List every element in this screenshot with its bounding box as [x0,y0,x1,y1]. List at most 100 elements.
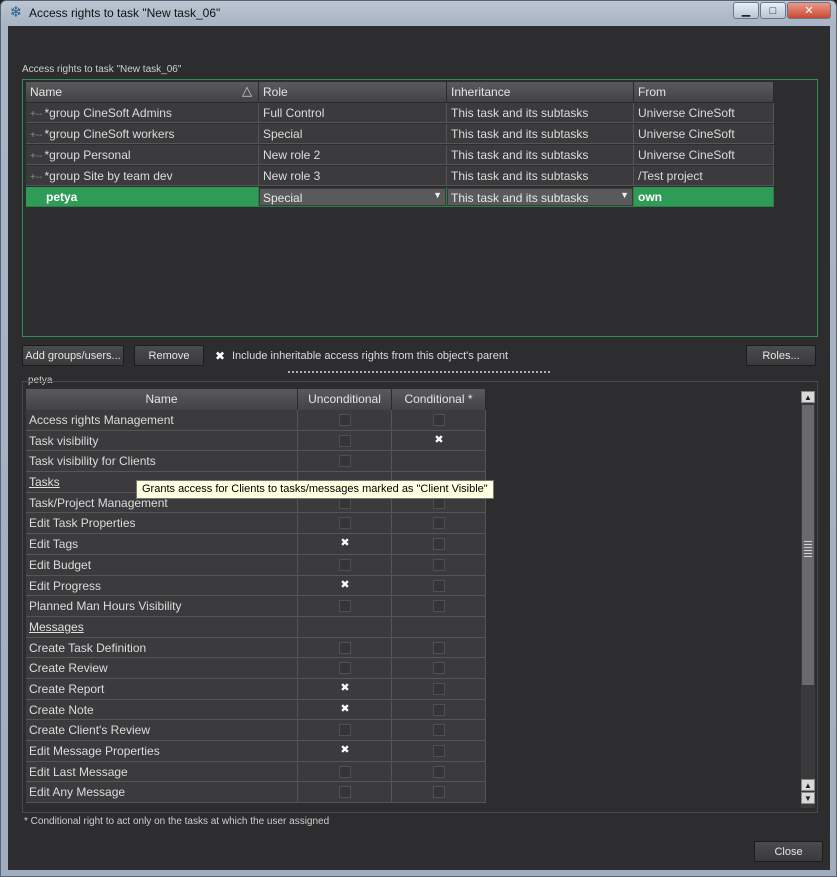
unconditional-checkbox[interactable] [339,662,351,675]
add-groups-users-button[interactable]: Add groups/users... [22,345,124,366]
conditional-cell [392,410,486,431]
window-controls: ▁ □ ✕ [732,2,831,19]
checkbox-checked-icon[interactable]: ✖ [214,350,226,362]
scroll-down-arrow-icon[interactable]: ▼ [801,792,815,804]
unconditional-checkbox[interactable] [339,558,351,571]
rights-row[interactable]: Access rights Management [26,410,486,431]
conditional-checkbox[interactable] [433,765,445,778]
conditional-checkbox[interactable] [433,641,445,654]
table-row[interactable]: +-- *group Site by team dev New role 3 Th… [26,166,774,186]
unconditional-checkbox[interactable] [339,517,351,530]
rights-row[interactable]: Create Note ✖ [26,699,486,721]
conditional-checkbox[interactable] [433,579,445,592]
unconditional-checkbox[interactable] [339,765,351,778]
unconditional-cell [298,658,392,679]
conditional-checkbox[interactable] [433,724,445,737]
unconditional-checkbox[interactable] [339,600,351,613]
conditional-checkbox[interactable] [433,703,445,716]
title-bar[interactable]: ❄ Access rights to task "New task_06" ▁ … [1,1,836,25]
splitter-handle[interactable] [288,371,550,373]
close-button[interactable]: Close [754,841,823,862]
unconditional-cell [298,637,392,659]
maximize-button[interactable]: □ [760,2,786,19]
unconditional-cell: ✖ [298,575,392,597]
conditional-checkbox[interactable] [433,662,445,675]
unconditional-checkbox[interactable]: ✖ [339,682,351,695]
conditional-checkbox[interactable] [433,538,445,551]
table-row-selected[interactable]: petya Special ▼ This task and its subtas… [26,187,774,207]
column-unconditional[interactable]: Unconditional [298,389,392,410]
rights-row[interactable]: Planned Man Hours Visibility [26,596,486,617]
row-inheritance: This task and its subtasks [447,103,634,123]
tree-expand-icon[interactable]: +-- [30,130,43,141]
right-name: Edit Last Message [26,761,298,783]
column-role[interactable]: Role [259,82,447,103]
column-name[interactable]: Name △ [26,82,259,103]
row-inheritance: This task and its subtasks [447,124,634,144]
remove-button[interactable]: Remove [134,345,204,366]
conditional-cell [392,616,486,638]
scroll-up-arrow-icon[interactable]: ▲ [801,779,815,791]
unconditional-cell [298,616,392,638]
unconditional-checkbox[interactable]: ✖ [339,579,351,592]
include-inheritable-checkbox[interactable]: ✖ Include inheritable access rights from… [214,348,508,364]
access-table-header: Name △ Role Inheritance From [26,82,774,103]
rights-row[interactable]: Edit Progress ✖ [26,575,486,597]
table-row[interactable]: +-- *group Personal New role 2 This task … [26,145,774,165]
unconditional-checkbox[interactable] [339,455,351,468]
unconditional-checkbox[interactable] [339,786,351,799]
unconditional-checkbox[interactable] [339,724,351,737]
conditional-checkbox[interactable] [433,558,445,571]
rights-row[interactable]: Edit Tags ✖ [26,534,486,555]
column-conditional[interactable]: Conditional * [392,389,486,410]
inheritance-dropdown[interactable]: This task and its subtasks ▼ [447,188,633,206]
conditional-checkbox[interactable] [433,600,445,613]
rights-row[interactable]: Edit Budget [26,554,486,576]
conditional-checkbox[interactable] [433,682,445,695]
rights-row[interactable]: Edit Task Properties [26,513,486,535]
conditional-checkbox[interactable] [433,517,445,530]
selected-row-name: petya [26,187,259,207]
close-window-button[interactable]: ✕ [787,2,831,19]
rights-row[interactable]: Edit Any Message [26,782,486,804]
column-right-name[interactable]: Name [26,389,298,410]
rights-table-header: Name Unconditional Conditional * [26,389,486,410]
rights-row[interactable]: Task visibility ✖ [26,430,486,452]
table-row[interactable]: +-- *group CineSoft workers Special This … [26,124,774,144]
column-inheritance[interactable]: Inheritance [447,82,634,103]
conditional-checkbox[interactable] [433,414,445,426]
unconditional-checkbox[interactable] [339,434,351,447]
rights-row[interactable]: Create Report ✖ [26,678,486,700]
tree-expand-icon[interactable]: +-- [30,151,43,162]
tree-expand-icon[interactable]: +-- [30,109,43,120]
row-name-cell: +-- *group CineSoft Admins [26,103,259,123]
tree-expand-icon[interactable]: +-- [30,172,43,183]
unconditional-checkbox[interactable]: ✖ [339,703,351,716]
conditional-checkbox[interactable] [433,745,445,757]
rights-row[interactable]: Create Review [26,658,486,679]
minimize-button[interactable]: ▁ [733,2,759,19]
conditional-checkbox[interactable]: ✖ [433,434,445,447]
rights-row[interactable]: Edit Message Properties ✖ [26,741,486,762]
scroll-up-arrow-icon[interactable]: ▲ [801,391,815,403]
unconditional-checkbox[interactable] [339,414,351,426]
roles-button[interactable]: Roles... [746,345,816,366]
unconditional-cell [298,430,392,452]
vertical-scrollbar[interactable]: ▲ ▲ ▼ [801,391,815,808]
table-row[interactable]: +-- *group CineSoft Admins Full Control T… [26,103,774,123]
unconditional-checkbox[interactable] [339,641,351,654]
rights-row[interactable]: Messages [26,616,486,638]
rights-row[interactable]: Create Task Definition [26,637,486,659]
conditional-cell [392,678,486,700]
unconditional-checkbox[interactable]: ✖ [339,538,351,550]
rights-row[interactable]: Task visibility for Clients [26,451,486,473]
role-dropdown[interactable]: Special ▼ [259,188,446,206]
rights-row[interactable]: Edit Last Message [26,761,486,783]
conditional-cell [392,699,486,721]
conditional-checkbox[interactable] [433,786,445,799]
row-name: *group CineSoft workers [44,127,175,141]
rights-row[interactable]: Create Client's Review [26,720,486,741]
right-name: Task visibility [26,430,298,452]
unconditional-checkbox[interactable]: ✖ [339,745,351,757]
column-from[interactable]: From [634,82,774,103]
